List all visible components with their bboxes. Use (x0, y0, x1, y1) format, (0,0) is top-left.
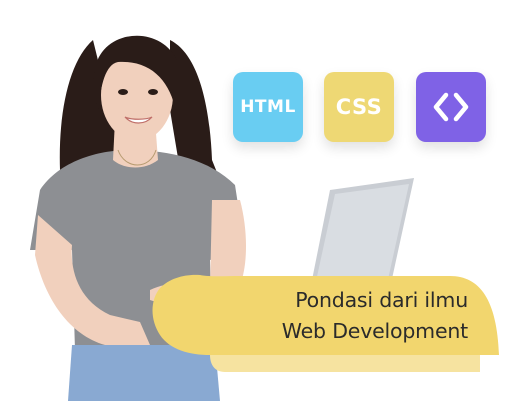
tagline: Pondasi dari ilmu Web Development (208, 285, 468, 347)
code-tile (416, 72, 486, 142)
hero-section: HTML CSS Pondasi dari ilmu Web Developme… (0, 0, 521, 401)
tagline-line-1: Pondasi dari ilmu (295, 288, 468, 312)
tagline-line-2: Web Development (281, 319, 468, 343)
code-brackets-icon (433, 92, 469, 122)
html-tile: HTML (233, 72, 303, 142)
css-tile: CSS (324, 72, 394, 142)
